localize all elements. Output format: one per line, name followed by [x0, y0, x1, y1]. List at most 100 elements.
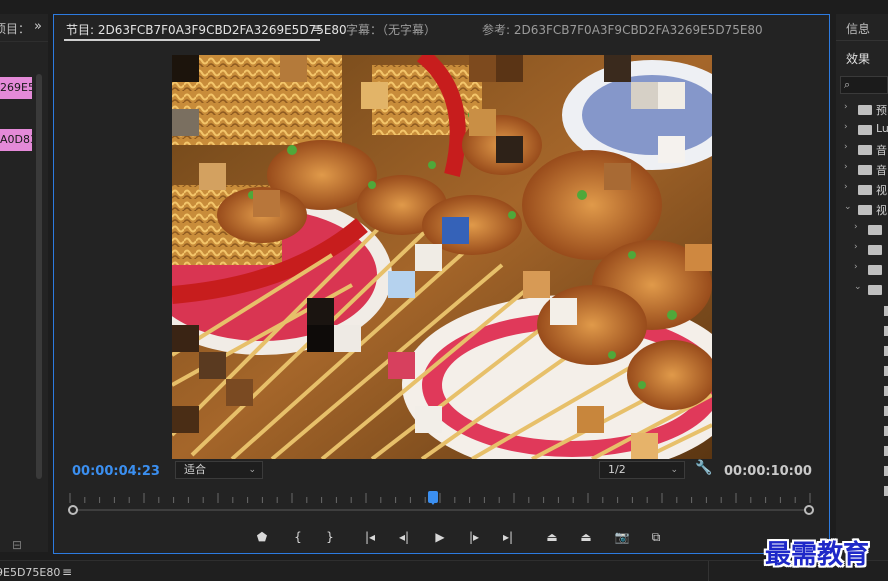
- effects-subfolder[interactable]: ›: [854, 262, 888, 278]
- mark-out-button[interactable]: }: [317, 527, 343, 547]
- zoom-scrollbar-right-handle[interactable]: [804, 505, 814, 515]
- effect-preset-icon[interactable]: [884, 466, 888, 476]
- effects-tree-label: 预: [876, 104, 887, 117]
- play-button[interactable]: ▶: [427, 527, 453, 547]
- folder-icon: [858, 165, 872, 175]
- resolution-value: 1/2: [608, 463, 626, 476]
- effects-tree-item[interactable]: › 音: [844, 162, 888, 178]
- extract-button[interactable]: ⏏: [573, 527, 599, 547]
- playback-resolution-select[interactable]: 1/2 ⌄: [599, 461, 685, 479]
- folder-icon: [868, 245, 882, 255]
- current-timecode[interactable]: 00:00:04:23: [72, 464, 160, 479]
- effect-preset-icon[interactable]: [884, 366, 888, 376]
- settings-wrench-icon[interactable]: 🔧: [695, 460, 712, 476]
- tab-sequence[interactable]: 9E5D75E80: [0, 566, 60, 579]
- effects-tree-item[interactable]: › 音: [844, 142, 888, 158]
- effects-search-input[interactable]: ⌕: [840, 76, 888, 94]
- playhead[interactable]: [427, 491, 438, 505]
- project-panel-title[interactable]: 项目：: [0, 20, 30, 37]
- new-bin-icon[interactable]: ⊟: [12, 538, 22, 552]
- chevron-down-icon[interactable]: ⌄: [854, 282, 862, 292]
- folder-icon: [858, 205, 872, 215]
- effects-tree-item[interactable]: ⌄ 视: [844, 202, 888, 218]
- clip-item[interactable]: A0D83: [0, 129, 32, 151]
- timeline-header: 9E5D75E80 ≡: [0, 560, 888, 581]
- chevron-right-icon[interactable]: ›: [844, 102, 848, 112]
- lift-button[interactable]: ⏏: [539, 527, 565, 547]
- duration-timecode: 00:00:10:00: [724, 464, 812, 479]
- folder-icon: [868, 225, 882, 235]
- effects-tree-label: 音: [876, 164, 887, 177]
- watermark-logo: 最需教育: [765, 540, 870, 570]
- effects-subfolder[interactable]: ⌄: [854, 282, 888, 298]
- tab-info[interactable]: 信息: [846, 20, 870, 37]
- chevron-down-icon[interactable]: ⌄: [844, 202, 852, 212]
- go-to-in-button[interactable]: |◂: [357, 527, 383, 547]
- folder-icon: [868, 285, 882, 295]
- tab-effects[interactable]: 效果: [846, 50, 870, 67]
- search-icon: ⌕: [844, 78, 851, 91]
- effects-tree-item[interactable]: › 预: [844, 102, 888, 118]
- comparison-view-button[interactable]: ⧉: [643, 527, 669, 547]
- chevron-right-icon[interactable]: ›: [854, 222, 858, 232]
- tab-captions[interactable]: 字幕：（无字幕）: [346, 21, 436, 38]
- chevron-right-icon[interactable]: ›: [844, 162, 848, 172]
- effects-subfolder[interactable]: ›: [854, 222, 888, 238]
- zoom-level-value: 适合: [184, 463, 206, 476]
- panel-menu-icon[interactable]: ≡: [62, 565, 72, 579]
- monitor-tabs: 节目: 2D63FCB7F0A3F9CBD2FA3269E5D75E80 ≡ 字…: [54, 15, 829, 43]
- project-panel: 项目： » 269E5D A0D83 ⊟: [0, 14, 48, 552]
- effect-preset-icon[interactable]: [884, 406, 888, 416]
- panel-menu-icon[interactable]: ≡: [312, 21, 322, 35]
- effects-subfolder[interactable]: ›: [854, 242, 888, 258]
- effects-tree-label: 视: [876, 204, 887, 217]
- folder-icon: [858, 185, 872, 195]
- clip-item[interactable]: 269E5D: [0, 77, 32, 99]
- effect-preset-icon[interactable]: [884, 386, 888, 396]
- folder-icon: [858, 125, 872, 135]
- effect-preset-icon[interactable]: [884, 326, 888, 336]
- effects-tree-label: 视: [876, 184, 887, 197]
- zoom-scrollbar-left-handle[interactable]: [68, 505, 78, 515]
- effect-preset-icon[interactable]: [884, 486, 888, 496]
- chevron-right-icon[interactable]: ›: [844, 142, 848, 152]
- folder-icon: [868, 265, 882, 275]
- project-panel-header: 项目： »: [0, 14, 48, 42]
- time-ruler[interactable]: [66, 491, 816, 505]
- active-tab-indicator: [64, 39, 320, 41]
- effects-tree-item[interactable]: › 视: [844, 182, 888, 198]
- chevron-down-icon: ⌄: [670, 465, 678, 475]
- chevron-right-icon[interactable]: ›: [854, 242, 858, 252]
- chevron-right-icon[interactable]: ›: [844, 182, 848, 192]
- panel-divider: [708, 561, 709, 581]
- zoom-level-select[interactable]: 适合 ⌄: [175, 461, 263, 479]
- export-frame-button[interactable]: 📷: [609, 527, 635, 547]
- food-photo-mosaic: [172, 55, 712, 459]
- chevron-right-icon[interactable]: ›: [854, 262, 858, 272]
- tab-reference[interactable]: 参考: 2D63FCB7F0A3F9CBD2FA3269E5D75E80: [482, 21, 763, 38]
- program-monitor: 节目: 2D63FCB7F0A3F9CBD2FA3269E5D75E80 ≡ 字…: [53, 14, 830, 554]
- effects-panel: 信息 效果 ⌕ › 预 › Lu › 音 › 音 › 视 ⌄ 视 › › › ⌄: [836, 14, 888, 581]
- effect-preset-icon[interactable]: [884, 426, 888, 436]
- chevron-right-icon[interactable]: ›: [844, 122, 848, 132]
- panel-overflow-icon[interactable]: »: [34, 19, 42, 34]
- mark-in-button[interactable]: {: [285, 527, 311, 547]
- effects-tree-label: 音: [876, 144, 887, 157]
- tab-program[interactable]: 节目: 2D63FCB7F0A3F9CBD2FA3269E5D75E80: [66, 21, 347, 38]
- folder-icon: [858, 145, 872, 155]
- effects-tree-item[interactable]: › Lu: [844, 122, 888, 138]
- chevron-down-icon: ⌄: [248, 465, 256, 475]
- effect-preset-icon[interactable]: [884, 446, 888, 456]
- panel-divider: [836, 40, 888, 41]
- project-scrollbar[interactable]: [36, 74, 42, 479]
- step-back-button[interactable]: ◂|: [391, 527, 417, 547]
- add-marker-button[interactable]: ⬟: [249, 527, 275, 547]
- step-forward-button[interactable]: |▸: [461, 527, 487, 547]
- folder-icon: [858, 105, 872, 115]
- go-to-out-button[interactable]: ▸|: [495, 527, 521, 547]
- effect-preset-icon[interactable]: [884, 346, 888, 356]
- video-frame[interactable]: [172, 55, 712, 459]
- effect-preset-icon[interactable]: [884, 306, 888, 316]
- zoom-scrollbar[interactable]: [68, 509, 812, 511]
- effects-tree-label: Lu: [876, 122, 888, 135]
